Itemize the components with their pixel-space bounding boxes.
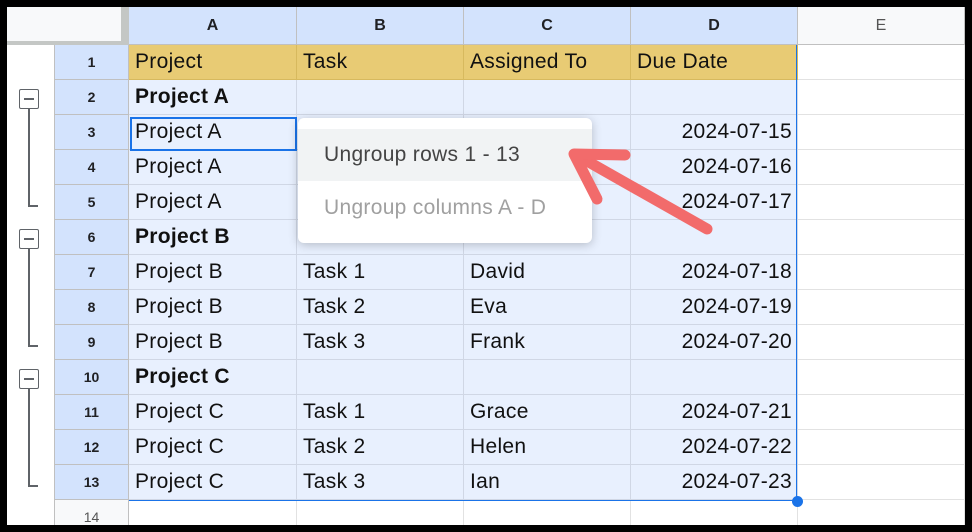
cell-b14[interactable] bbox=[297, 500, 464, 525]
row-header-6[interactable]: 6 bbox=[55, 220, 129, 255]
column-header-e[interactable]: E bbox=[798, 7, 965, 45]
fill-handle[interactable] bbox=[792, 496, 803, 507]
cell-b2[interactable] bbox=[297, 80, 464, 115]
cell-c8[interactable]: Eva bbox=[464, 290, 631, 325]
cell-c9[interactable]: Frank bbox=[464, 325, 631, 360]
row-group-gutter bbox=[7, 45, 55, 525]
cell-d10[interactable] bbox=[631, 360, 798, 395]
cell-b8[interactable]: Task 2 bbox=[297, 290, 464, 325]
cell-e10[interactable] bbox=[798, 360, 965, 395]
cell-c2[interactable] bbox=[464, 80, 631, 115]
cell-e5[interactable] bbox=[798, 185, 965, 220]
cell-d13[interactable]: 2024-07-23 bbox=[631, 465, 798, 500]
cell-a9[interactable]: Project B bbox=[129, 325, 297, 360]
cell-a2[interactable]: Project A bbox=[129, 80, 297, 115]
cell-d6[interactable] bbox=[631, 220, 798, 255]
cell-e13[interactable] bbox=[798, 465, 965, 500]
cell-a4[interactable]: Project A bbox=[129, 150, 297, 185]
cell-d3[interactable]: 2024-07-15 bbox=[631, 115, 798, 150]
cell-b1[interactable]: Task bbox=[297, 45, 464, 80]
cell-c7[interactable]: David bbox=[464, 255, 631, 290]
cell-a8[interactable]: Project B bbox=[129, 290, 297, 325]
cell-d8[interactable]: 2024-07-19 bbox=[631, 290, 798, 325]
cell-c11[interactable]: Grace bbox=[464, 395, 631, 430]
row-header-1[interactable]: 1 bbox=[55, 45, 129, 80]
cell-a10[interactable]: Project C bbox=[129, 360, 297, 395]
cell-d14[interactable] bbox=[631, 500, 798, 525]
cell-d7[interactable]: 2024-07-18 bbox=[631, 255, 798, 290]
cell-e1[interactable] bbox=[798, 45, 965, 80]
row-header-10[interactable]: 10 bbox=[55, 360, 129, 395]
spreadsheet-frame: A B C D E 1 Project Task Assigned To Due Dat… bbox=[7, 7, 965, 525]
group-bracket-line bbox=[28, 109, 30, 206]
row-header-14[interactable]: 14 bbox=[55, 500, 129, 525]
cell-c14[interactable] bbox=[464, 500, 631, 525]
cell-e14[interactable] bbox=[798, 500, 965, 525]
row-header-2[interactable]: 2 bbox=[55, 80, 129, 115]
column-header-d[interactable]: D bbox=[631, 7, 798, 45]
row-header-9[interactable]: 9 bbox=[55, 325, 129, 360]
cell-d1[interactable]: Due Date bbox=[631, 45, 798, 80]
cell-e4[interactable] bbox=[798, 150, 965, 185]
cell-a6[interactable]: Project B bbox=[129, 220, 297, 255]
group-bracket-line bbox=[28, 249, 30, 346]
cell-c12[interactable]: Helen bbox=[464, 430, 631, 465]
cell-d5[interactable]: 2024-07-17 bbox=[631, 185, 798, 220]
cell-e3[interactable] bbox=[798, 115, 965, 150]
cell-b10[interactable] bbox=[297, 360, 464, 395]
column-header-b[interactable]: B bbox=[297, 7, 464, 45]
row-header-13[interactable]: 13 bbox=[55, 465, 129, 500]
group-bracket-line bbox=[28, 389, 30, 486]
cell-c10[interactable] bbox=[464, 360, 631, 395]
cell-a1[interactable]: Project bbox=[129, 45, 297, 80]
group-bracket-end bbox=[28, 345, 38, 347]
row-header-7[interactable]: 7 bbox=[55, 255, 129, 290]
ungroup-columns-menu-item: Ungroup columns A - D bbox=[324, 196, 547, 219]
cell-a14[interactable] bbox=[129, 500, 297, 525]
cell-e6[interactable] bbox=[798, 220, 965, 255]
collapse-group-icon[interactable] bbox=[19, 229, 39, 249]
cell-a7[interactable]: Project B bbox=[129, 255, 297, 290]
cell-e8[interactable] bbox=[798, 290, 965, 325]
cell-b12[interactable]: Task 2 bbox=[297, 430, 464, 465]
cell-e2[interactable] bbox=[798, 80, 965, 115]
cell-b9[interactable]: Task 3 bbox=[297, 325, 464, 360]
column-header-c[interactable]: C bbox=[464, 7, 631, 45]
cell-e9[interactable] bbox=[798, 325, 965, 360]
cell-e11[interactable] bbox=[798, 395, 965, 430]
cell-e12[interactable] bbox=[798, 430, 965, 465]
cell-a13[interactable]: Project C bbox=[129, 465, 297, 500]
group-bracket-end bbox=[28, 485, 38, 487]
cell-a11[interactable]: Project C bbox=[129, 395, 297, 430]
cell-d2[interactable] bbox=[631, 80, 798, 115]
cell-b13[interactable]: Task 3 bbox=[297, 465, 464, 500]
cell-d4[interactable]: 2024-07-16 bbox=[631, 150, 798, 185]
cell-d11[interactable]: 2024-07-21 bbox=[631, 395, 798, 430]
row-header-4[interactable]: 4 bbox=[55, 150, 129, 185]
cell-e7[interactable] bbox=[798, 255, 965, 290]
cell-d9[interactable]: 2024-07-20 bbox=[631, 325, 798, 360]
cell-b11[interactable]: Task 1 bbox=[297, 395, 464, 430]
cell-a12[interactable]: Project C bbox=[129, 430, 297, 465]
cell-b7[interactable]: Task 1 bbox=[297, 255, 464, 290]
column-header-a[interactable]: A bbox=[129, 7, 297, 45]
collapse-group-icon[interactable] bbox=[19, 369, 39, 389]
cell-c1[interactable]: Assigned To bbox=[464, 45, 631, 80]
group-bracket-end bbox=[28, 205, 38, 207]
row-header-5[interactable]: 5 bbox=[55, 185, 129, 220]
cell-a5[interactable]: Project A bbox=[129, 185, 297, 220]
select-all-corner[interactable] bbox=[7, 7, 129, 45]
collapse-group-icon[interactable] bbox=[19, 89, 39, 109]
context-menu: Ungroup rows 1 - 13 Ungroup columns A - … bbox=[298, 118, 592, 243]
row-header-12[interactable]: 12 bbox=[55, 430, 129, 465]
row-header-8[interactable]: 8 bbox=[55, 290, 129, 325]
cell-c13[interactable]: Ian bbox=[464, 465, 631, 500]
cell-a3[interactable]: Project A bbox=[129, 115, 297, 150]
row-header-3[interactable]: 3 bbox=[55, 115, 129, 150]
ungroup-rows-menu-item[interactable]: Ungroup rows 1 - 13 bbox=[298, 129, 592, 181]
column-group-bar bbox=[121, 7, 129, 45]
cell-d12[interactable]: 2024-07-22 bbox=[631, 430, 798, 465]
row-header-11[interactable]: 11 bbox=[55, 395, 129, 430]
